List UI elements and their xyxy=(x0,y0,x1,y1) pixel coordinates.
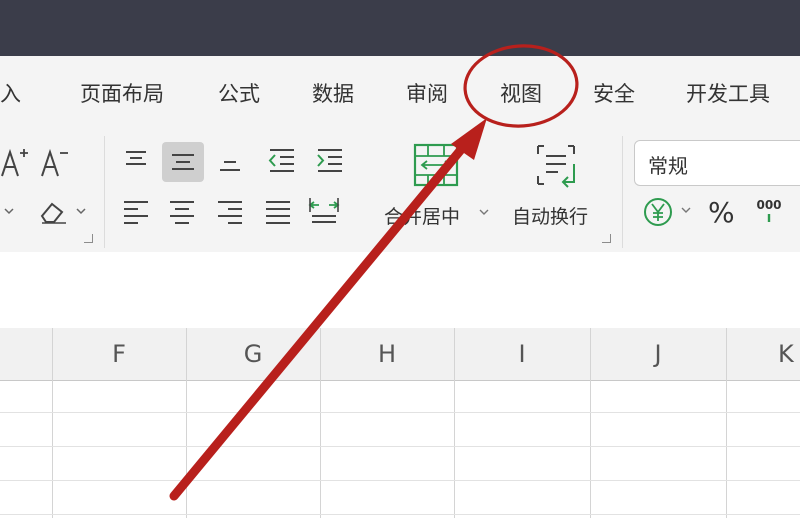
grid-line xyxy=(454,328,455,518)
chevron-down-icon[interactable] xyxy=(74,204,88,218)
merge-center-label[interactable]: 合并居中 xyxy=(384,202,460,229)
column-header-g[interactable]: G xyxy=(186,328,320,380)
grid-line xyxy=(0,514,800,515)
grid-line xyxy=(52,328,53,518)
tab-insert[interactable]: 插入 xyxy=(0,78,21,108)
font-size-increase-icon[interactable] xyxy=(0,146,30,180)
alignment-group-launcher[interactable] xyxy=(602,234,611,243)
grid-line xyxy=(726,328,727,518)
column-header-k[interactable]: K xyxy=(778,328,800,380)
thousands-separator-icon[interactable]: 000 xyxy=(752,194,786,228)
column-header-j[interactable]: J xyxy=(590,328,726,380)
column-header-i[interactable]: I xyxy=(454,328,590,380)
grid-line xyxy=(0,480,800,481)
tab-formula[interactable]: 公式 xyxy=(218,78,260,108)
justify-icon[interactable] xyxy=(260,196,296,228)
chevron-down-icon[interactable] xyxy=(2,204,16,218)
tab-data[interactable]: 数据 xyxy=(312,78,354,108)
tab-review[interactable]: 审阅 xyxy=(406,78,448,108)
tab-security[interactable]: 安全 xyxy=(593,78,635,108)
increase-indent-icon[interactable] xyxy=(312,144,348,176)
distributed-align-icon[interactable] xyxy=(306,194,342,226)
align-right-icon[interactable] xyxy=(212,196,248,228)
column-header-f[interactable]: F xyxy=(52,328,186,380)
wrap-text-icon[interactable] xyxy=(532,142,580,188)
divider xyxy=(104,136,105,248)
formula-bar xyxy=(0,252,800,329)
yen-circle-icon[interactable] xyxy=(642,196,674,228)
align-top-icon[interactable] xyxy=(118,144,154,176)
title-bar xyxy=(0,0,800,56)
percent-button[interactable]: % xyxy=(708,196,735,229)
grid-line xyxy=(186,328,187,518)
wrap-text-label[interactable]: 自动换行 xyxy=(512,202,588,229)
chevron-down-icon[interactable] xyxy=(680,204,692,216)
divider xyxy=(622,136,623,248)
eraser-icon[interactable] xyxy=(38,198,72,226)
grid-line xyxy=(0,412,800,413)
decrease-indent-icon[interactable] xyxy=(264,144,300,176)
grid-line xyxy=(0,446,800,447)
column-header-h[interactable]: H xyxy=(320,328,454,380)
number-format-value: 常规 xyxy=(648,154,688,178)
align-bottom-icon[interactable] xyxy=(212,144,248,176)
font-size-decrease-icon[interactable] xyxy=(40,146,70,180)
merge-center-icon[interactable] xyxy=(412,142,460,188)
tab-page-layout[interactable]: 页面布局 xyxy=(80,78,164,108)
grid-line xyxy=(320,328,321,518)
align-middle-icon[interactable] xyxy=(162,142,204,182)
font-group-launcher[interactable] xyxy=(84,234,93,243)
tab-developer[interactable]: 开发工具 xyxy=(686,78,770,108)
chevron-down-icon[interactable] xyxy=(478,206,490,218)
svg-text:000: 000 xyxy=(756,198,781,212)
align-left-icon[interactable] xyxy=(118,196,154,228)
align-center-icon[interactable] xyxy=(164,196,200,228)
tab-view[interactable]: 视图 xyxy=(500,78,542,108)
grid-line xyxy=(590,328,591,518)
